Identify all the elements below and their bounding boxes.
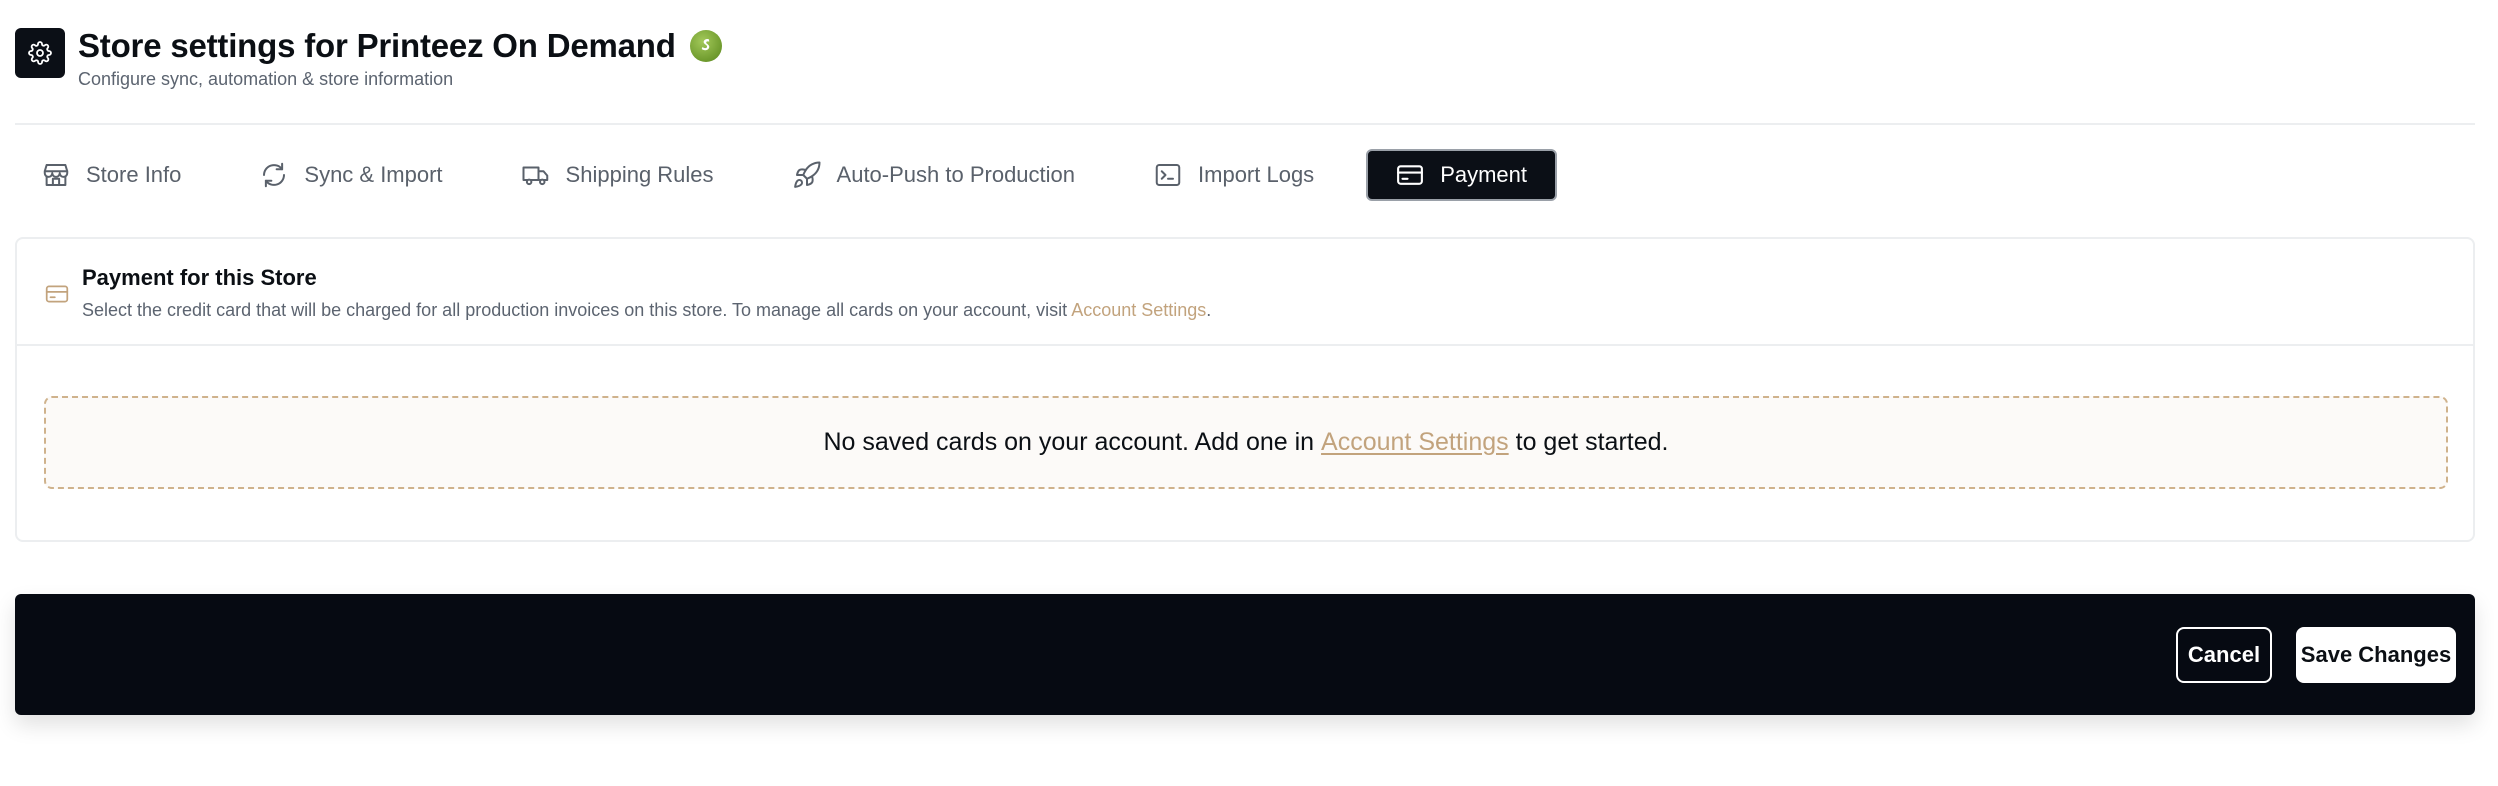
tab-label: Shipping Rules — [565, 162, 714, 187]
credit-card-icon — [44, 281, 70, 307]
page-header: Store settings for Printeez On Demand Co… — [15, 27, 2475, 125]
page-title: Store settings for Printeez On Demand — [78, 27, 676, 64]
empty-state-account-settings-link[interactable]: Account Settings — [1321, 428, 1509, 457]
payment-panel: Payment for this Store Select the credit… — [15, 237, 2475, 542]
save-changes-button[interactable]: Save Changes — [2296, 627, 2456, 683]
shopify-icon — [689, 30, 722, 62]
tab-label: Import Logs — [1198, 162, 1315, 187]
cancel-button[interactable]: Cancel — [2176, 627, 2272, 683]
storefront-icon — [40, 159, 72, 191]
tab-auto-push[interactable]: Auto-Push to Production — [766, 149, 1091, 201]
tab-sync-import[interactable]: Sync & Import — [233, 149, 458, 201]
tab-payment[interactable]: Payment — [1366, 149, 1558, 201]
page-subtitle: Configure sync, automation & store infor… — [78, 69, 454, 89]
refresh-icon — [258, 159, 290, 191]
tab-label: Store Info — [86, 162, 182, 187]
terminal-icon — [1152, 159, 1184, 191]
tab-store-info[interactable]: Store Info — [15, 149, 197, 201]
account-settings-link[interactable]: Account Settings — [1071, 300, 1206, 320]
tab-label: Sync & Import — [304, 162, 443, 187]
payment-panel-header: Payment for this Store Select the credit… — [17, 239, 2473, 346]
tab-label: Payment — [1440, 162, 1528, 187]
description-suffix: . — [1206, 300, 1212, 320]
payment-section-title: Payment for this Store — [82, 265, 317, 290]
tab-shipping-rules[interactable]: Shipping Rules — [495, 149, 730, 201]
empty-state-suffix: to get started. — [1508, 428, 1669, 456]
action-bar: Cancel Save Changes — [15, 594, 2475, 715]
description-text: Select the credit card that will be char… — [82, 300, 1072, 320]
rocket-icon — [791, 159, 823, 191]
empty-state-text: No saved cards on your account. Add one … — [823, 428, 1322, 456]
settings-tabs: Store Info Sync & Import Shipping Rules … — [15, 149, 1558, 201]
tab-import-logs[interactable]: Import Logs — [1127, 149, 1330, 201]
no-cards-empty-state: No saved cards on your account. Add one … — [44, 396, 2448, 489]
payment-section-description: Select the credit card that will be char… — [82, 300, 1211, 321]
gear-icon — [15, 28, 65, 78]
tab-label: Auto-Push to Production — [836, 162, 1076, 187]
truck-icon — [520, 159, 552, 191]
credit-card-icon — [1394, 159, 1426, 191]
